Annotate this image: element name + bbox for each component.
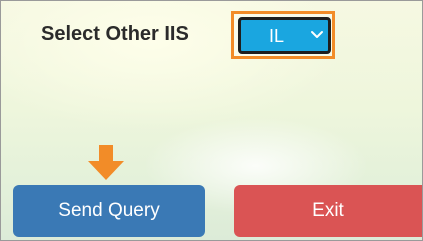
send-query-button[interactable]: Send Query [13,185,205,237]
iis-select-value: IL [269,26,285,46]
arrow-down-icon [88,145,124,180]
chevron-down-icon [311,31,323,38]
query-panel: Select Other IIS IL Send Query Exit [0,0,423,241]
select-iis-label: Select Other IIS [41,23,189,45]
exit-button[interactable]: Exit [234,185,422,237]
iis-select[interactable]: IL [238,17,331,54]
